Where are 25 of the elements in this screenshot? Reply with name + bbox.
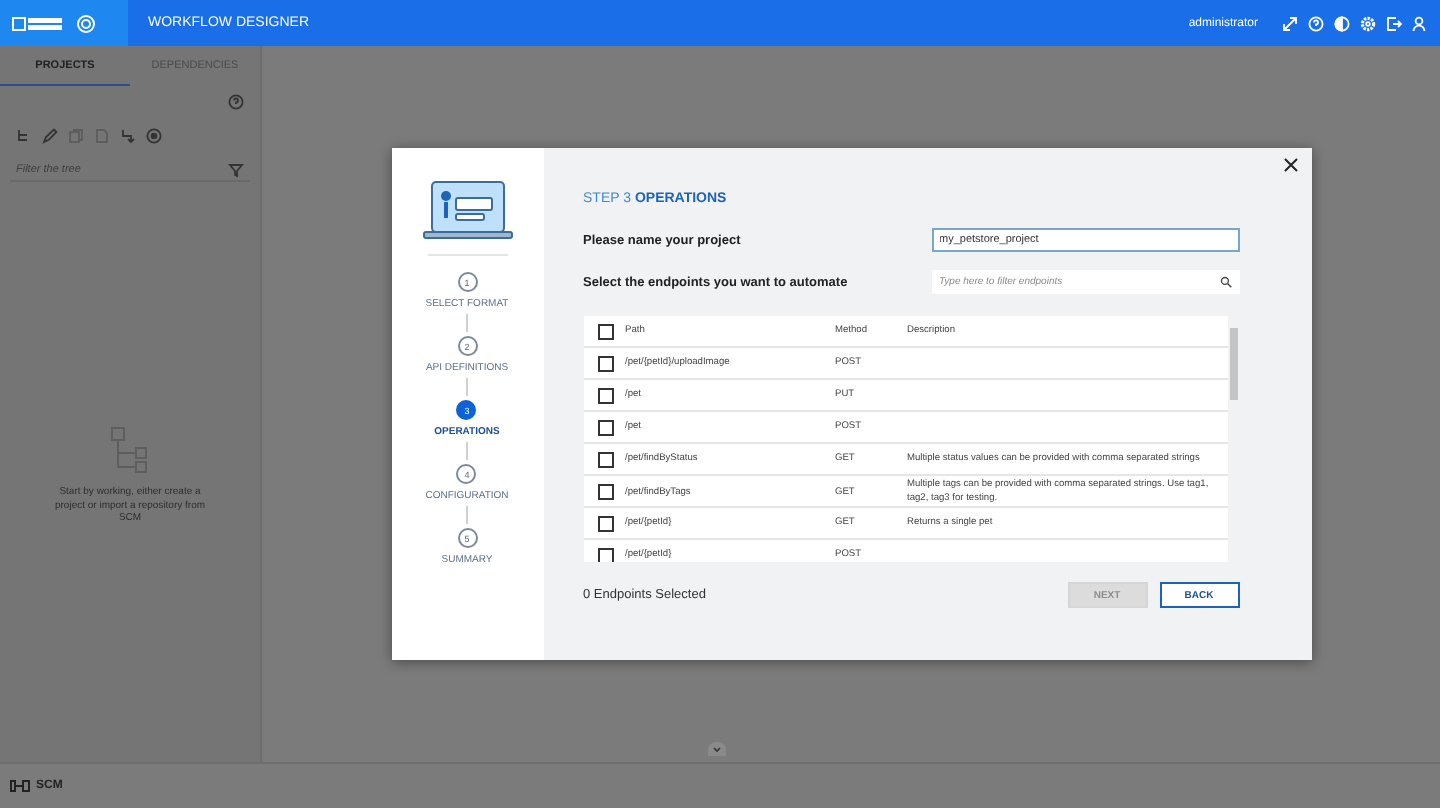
logout-icon[interactable]	[1386, 15, 1402, 31]
logo-icon	[12, 15, 64, 31]
close-button[interactable]	[1281, 156, 1299, 174]
row-checkbox[interactable]	[597, 419, 613, 435]
select-all-checkbox[interactable]	[597, 323, 613, 339]
contrast-icon[interactable]	[1334, 15, 1350, 31]
row-checkbox[interactable]	[597, 547, 613, 562]
filter-icon[interactable]	[228, 161, 244, 177]
tree-icon[interactable]	[16, 128, 32, 144]
row-checkbox[interactable]	[597, 515, 613, 531]
row-checkbox[interactable]	[597, 355, 613, 371]
search-icon[interactable]	[1219, 276, 1231, 288]
settings-icon[interactable]	[1360, 15, 1376, 31]
user-icon[interactable]	[1412, 15, 1428, 31]
row-checkbox[interactable]	[597, 387, 613, 403]
laptop-drawing	[421, 180, 513, 244]
flow-icon[interactable]	[120, 128, 136, 144]
expand-icon[interactable]	[1282, 15, 1298, 31]
pencil-icon[interactable]	[42, 128, 58, 144]
app-logo-icon	[76, 13, 96, 33]
row-checkbox[interactable]	[597, 451, 613, 467]
help-icon[interactable]	[228, 94, 244, 110]
scm-icon	[10, 780, 30, 792]
row-checkbox[interactable]	[597, 484, 613, 501]
collapse-handle[interactable]	[708, 742, 726, 756]
